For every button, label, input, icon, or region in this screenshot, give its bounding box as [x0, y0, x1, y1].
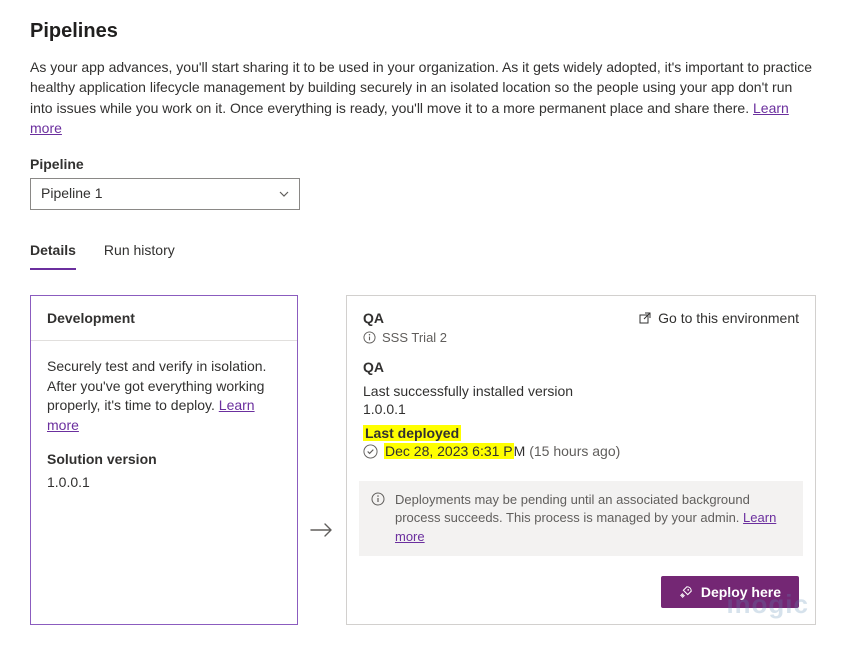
qa-top-title: QA	[363, 310, 447, 326]
last-deployed-value: Dec 28, 2023 6:31 PM (15 hours ago)	[384, 443, 620, 459]
page-title: Pipelines	[30, 20, 816, 43]
page-intro: As your app advances, you'll start shari…	[30, 57, 816, 138]
open-icon	[638, 311, 652, 325]
tab-details[interactable]: Details	[30, 236, 76, 270]
solution-version-value: 1.0.0.1	[47, 473, 281, 493]
development-card: Development Securely test and verify in …	[30, 295, 298, 625]
installed-version-label: Last successfully installed version	[363, 383, 799, 399]
pipeline-field-label: Pipeline	[30, 156, 816, 172]
deploy-here-button[interactable]: Deploy here	[661, 576, 799, 608]
info-icon	[371, 491, 385, 546]
development-card-desc: Securely test and verify in isolation. A…	[47, 357, 281, 435]
info-banner: Deployments may be pending until an asso…	[359, 481, 803, 556]
last-deployed-label: Last deployed	[363, 425, 461, 441]
check-icon	[363, 444, 378, 459]
qa-section-title: QA	[363, 359, 799, 375]
arrow-icon	[308, 295, 336, 625]
pipeline-select[interactable]: Pipeline 1	[30, 178, 300, 210]
development-card-title: Development	[31, 296, 297, 341]
solution-version-label: Solution version	[47, 450, 281, 470]
tabs: Details Run history	[30, 236, 816, 271]
rocket-icon	[679, 585, 693, 599]
tab-run-history[interactable]: Run history	[104, 236, 175, 270]
goto-environment-link[interactable]: Go to this environment	[638, 310, 799, 326]
info-icon	[363, 331, 376, 344]
env-name: SSS Trial 2	[382, 330, 447, 345]
installed-version-value: 1.0.0.1	[363, 401, 799, 417]
qa-card: QA SSS Trial 2 Go to this environment QA…	[346, 295, 816, 625]
